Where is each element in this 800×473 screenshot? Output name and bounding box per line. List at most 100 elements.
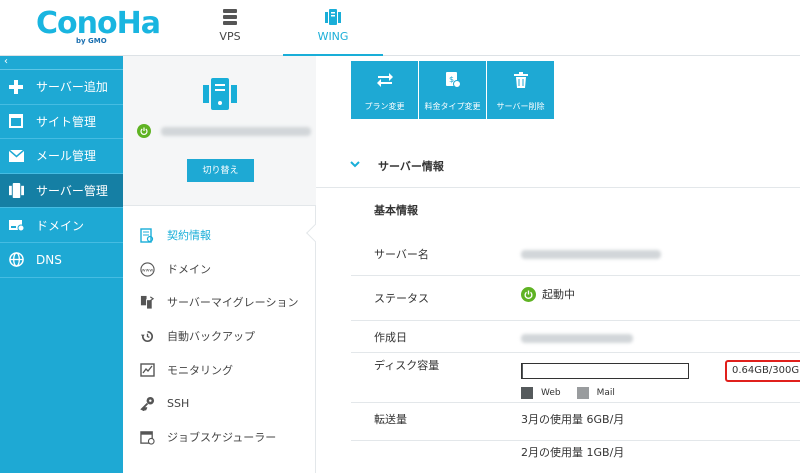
sidebar-item-label: サイト管理 <box>36 114 97 129</box>
key-icon <box>139 395 155 411</box>
created-date-label: 作成日 <box>374 331 407 344</box>
info-row-status: ステータス 起動中 <box>351 276 800 321</box>
wing-server-icon <box>325 9 341 25</box>
legend-mail-label: Mail <box>596 388 615 398</box>
disk-usage-value: 0.64GB/300GB <box>725 360 800 382</box>
server-name-value <box>521 249 661 262</box>
change-plan-button[interactable]: プラン変更 <box>351 61 418 119</box>
server-action-toolbar: プラン変更 $ 料金タイプ変更 サーバー削除 <box>351 61 555 119</box>
globe-icon <box>8 252 24 268</box>
legend-web-label: Web <box>541 388 561 398</box>
info-row-disk: ディスク容量 0.64GB/300GB Web Mail <box>351 353 800 403</box>
envelope-icon <box>8 148 24 164</box>
plus-icon <box>8 79 24 95</box>
chevron-down-icon <box>350 157 360 171</box>
transfer-label: 転送量 <box>374 413 407 426</box>
legend-web-swatch <box>521 387 533 399</box>
menu-item-label: ドメイン <box>167 263 211 276</box>
server-info-section-header[interactable]: サーバー情報 <box>316 144 800 188</box>
top-header: ConoHa by GMO VPS WING <box>0 0 800 57</box>
server-submenu-column: 切り替え 契約情報 www ドメイン サーバーマイグレーション 自動バックアップ… <box>123 56 316 473</box>
power-status-icon <box>137 124 151 138</box>
section-title: サーバー情報 <box>378 160 444 173</box>
window-icon <box>8 113 24 129</box>
swap-arrows-icon <box>376 73 393 87</box>
basic-info-heading: 基本情報 <box>316 188 800 232</box>
status-text: 起動中 <box>542 288 575 301</box>
disk-label: ディスク容量 <box>374 359 440 372</box>
tab-vps-label: VPS <box>219 30 241 43</box>
menu-item-label: 契約情報 <box>167 229 211 242</box>
logo-byline: by GMO <box>76 37 107 45</box>
conoha-logo[interactable]: ConoHa by GMO <box>36 6 161 48</box>
calendar-icon <box>139 429 155 445</box>
sidebar-item-server-management[interactable]: サーバー管理 <box>0 173 123 209</box>
menu-item-label: サーバーマイグレーション <box>167 296 299 309</box>
server-icon <box>8 183 24 199</box>
info-row-created-date: 作成日 <box>351 321 800 353</box>
sidebar-item-domain[interactable]: ドメイン <box>0 208 123 243</box>
delete-server-label: サーバー削除 <box>496 102 545 111</box>
basic-info-title: 基本情報 <box>374 204 418 217</box>
main-sidebar: ‹ サーバー追加 サイト管理 メール管理 サーバー管理 ドメイン DNS <box>0 56 123 473</box>
svg-text:www: www <box>141 268 153 273</box>
sidebar-item-label: メール管理 <box>36 149 97 164</box>
created-date-value <box>521 333 633 346</box>
menu-item-label: モニタリング <box>167 364 233 377</box>
trash-icon <box>513 72 528 88</box>
sidebar-item-label: DNS <box>36 252 62 267</box>
transfer-month3-value: 3月の使用量 6GB/月 <box>521 413 625 426</box>
disk-usage-bar <box>521 363 689 379</box>
menu-item-label: SSH <box>167 396 190 410</box>
legend-mail-swatch <box>576 387 589 399</box>
status-value: 起動中 <box>521 286 575 302</box>
menu-item-label: ジョブスケジューラー <box>167 431 277 444</box>
tab-wing[interactable]: WING <box>283 0 383 57</box>
price-doc-icon: $ <box>445 72 461 88</box>
running-status-icon <box>521 286 536 302</box>
change-price-type-label: 料金タイプ変更 <box>424 102 481 111</box>
menu-item-label: 自動バックアップ <box>167 330 255 343</box>
migration-icon <box>139 294 155 310</box>
menu-item-auto-backup[interactable]: 自動バックアップ <box>123 319 316 353</box>
tab-vps[interactable]: VPS <box>200 0 260 56</box>
server-stack-icon <box>223 9 237 25</box>
menu-item-ssh[interactable]: SSH <box>123 386 316 420</box>
server-name-redacted <box>161 126 311 136</box>
change-plan-label: プラン変更 <box>364 102 405 111</box>
selected-server-panel: 切り替え <box>123 56 316 206</box>
transfer-month2-value: 2月の使用量 1GB/月 <box>521 446 625 459</box>
monitor-chart-icon <box>139 362 155 378</box>
menu-item-domain[interactable]: www ドメイン <box>123 252 316 286</box>
sidebar-item-label: ドメイン <box>36 218 85 233</box>
contract-icon <box>139 227 155 243</box>
sidebar-item-mail-management[interactable]: メール管理 <box>0 139 123 174</box>
status-label: ステータス <box>374 292 429 305</box>
disk-legend: Web Mail <box>521 387 615 399</box>
sidebar-collapse-toggle[interactable]: ‹ <box>0 56 123 70</box>
logo-wordmark: ConoHa <box>36 6 161 41</box>
sidebar-item-add-server[interactable]: サーバー追加 <box>0 70 123 105</box>
server-name-label: サーバー名 <box>374 248 429 261</box>
menu-item-job-scheduler[interactable]: ジョブスケジューラー <box>123 420 316 454</box>
menu-item-contract[interactable]: 契約情報 <box>123 218 316 252</box>
sidebar-item-site-management[interactable]: サイト管理 <box>0 105 123 140</box>
server-name-row <box>137 124 311 138</box>
tab-wing-label: WING <box>317 30 349 43</box>
info-row-server-name: サーバー名 <box>351 232 800 276</box>
backup-clock-icon <box>139 328 155 344</box>
switch-server-button[interactable]: 切り替え <box>187 159 254 182</box>
info-row-transfer-prev: 2月の使用量 1GB/月 <box>351 441 800 473</box>
server-info-content: プラン変更 $ 料金タイプ変更 サーバー削除 サーバー情報 基本情報 サーバー名… <box>316 56 800 473</box>
change-price-type-button[interactable]: $ 料金タイプ変更 <box>419 61 486 119</box>
info-row-transfer: 転送量 3月の使用量 6GB/月 <box>351 403 800 441</box>
menu-item-monitoring[interactable]: モニタリング <box>123 353 316 387</box>
delete-server-button[interactable]: サーバー削除 <box>487 61 554 119</box>
sidebar-item-dns[interactable]: DNS <box>0 243 123 278</box>
sidebar-item-label: サーバー追加 <box>36 80 108 95</box>
www-icon: www <box>139 261 155 277</box>
menu-item-migration[interactable]: サーバーマイグレーション <box>123 285 316 319</box>
server-large-icon <box>203 78 237 110</box>
domain-icon <box>8 217 24 233</box>
sidebar-item-label: サーバー管理 <box>36 184 108 199</box>
